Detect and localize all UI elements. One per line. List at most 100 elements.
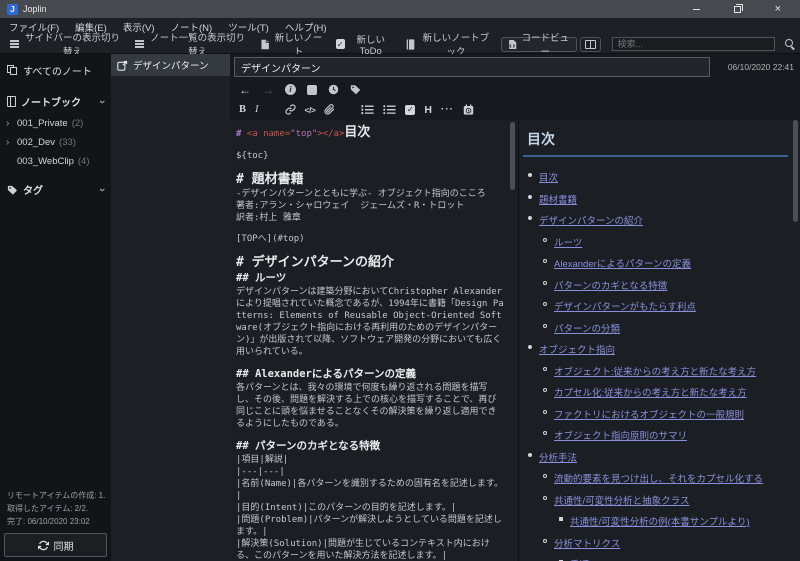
toc-link[interactable]: オブジェクト:従来からの考え方と新たな考え方 — [554, 367, 756, 378]
tags-icon[interactable] — [350, 84, 362, 95]
chevron-right-icon[interactable]: › — [6, 118, 13, 128]
notebook-count: (2) — [71, 118, 84, 129]
insert-datetime-button[interactable] — [463, 104, 474, 115]
toc-item: オブジェクト:従来からの考え方と新たな考え方 — [523, 364, 790, 378]
bullet-icon — [528, 452, 532, 457]
toc-item: デザインパターンの紹介 — [523, 213, 790, 227]
note-nav-row: ← → i — [230, 80, 800, 99]
main-toolbar: サイドバーの表示切り替え ノート一覧の表示切り替え 新しいノート ✓ 新しいTo… — [0, 33, 800, 58]
notebook-item-001_Private[interactable]: › 001_Private (2) — [0, 114, 111, 133]
sidebar-all-notes[interactable]: すべてのノート — [0, 58, 111, 83]
sidebar-tags-header[interactable]: タグ › — [0, 177, 111, 202]
bullet-icon — [528, 173, 532, 177]
bullet-icon — [543, 323, 547, 328]
toc-link[interactable]: ファクトリにおけるオブジェクトの一般規則 — [554, 410, 744, 421]
info-icon[interactable]: i — [285, 84, 296, 95]
attach-file-button[interactable] — [324, 104, 335, 115]
toc-item: ルーツ — [523, 235, 790, 249]
sync-status-line: リモートアイテムの作成: 1. — [7, 491, 106, 500]
notebook-label: 001_Private — [17, 118, 68, 129]
toc-item: オブジェクト指向 — [523, 342, 790, 356]
toc-item: 分析マトリクス — [523, 536, 790, 550]
notebook-count: (4) — [77, 156, 90, 167]
new-notebook-icon — [406, 38, 415, 50]
toc-link[interactable]: 共通性/可変性分析と抽象クラス — [554, 496, 689, 507]
clock-icon[interactable] — [328, 84, 339, 95]
toc-link[interactable]: パターンの分類 — [554, 324, 620, 335]
hamburger-icon — [135, 40, 145, 48]
markdown-editor[interactable]: # <a name="top"></a>目次 ${toc} # 題材書籍 -デザインパ… — [230, 120, 518, 561]
bold-button[interactable]: B — [239, 104, 246, 115]
toc-link[interactable]: デザインパターンの紹介 — [539, 216, 643, 227]
toc-link[interactable]: Alexanderによるパターンの定義 — [554, 259, 691, 270]
back-arrow-icon[interactable]: ← — [239, 84, 251, 96]
toc-link[interactable]: 分析手法 — [539, 453, 577, 464]
toc-link[interactable]: オブジェクト指向 — [539, 345, 615, 356]
toc-link[interactable]: 目次 — [539, 173, 558, 184]
close-button[interactable]: × — [775, 4, 781, 15]
editor-split-view: # <a name="top"></a>目次 ${toc} # 題材書籍 -デザインパ… — [230, 120, 800, 561]
sync-status-line: 取得したアイテム: 2/2. — [7, 504, 88, 513]
tag-icon — [7, 185, 18, 195]
notebook-label: 003_WebClip — [17, 156, 74, 167]
editor-line: |目的(Intent)|このパターンの目的を記述します。| — [236, 503, 457, 513]
toc-item: パターンの分類 — [523, 321, 790, 335]
bullet-icon — [543, 538, 547, 543]
note-title-input[interactable] — [234, 57, 710, 77]
chevron-down-icon[interactable]: › — [96, 100, 108, 104]
editor-line: [TOPへ](#top) — [236, 234, 305, 244]
window-controls: × — [692, 3, 793, 15]
viewer-scrollbar[interactable] — [793, 120, 798, 222]
checkbox-button[interactable]: ✓ — [405, 104, 416, 115]
search-icon[interactable] — [784, 38, 795, 50]
heading-button[interactable]: H — [424, 104, 432, 116]
editor-scrollbar[interactable] — [510, 122, 515, 190]
toc-link[interactable]: パターンのカギとなる特徴 — [554, 281, 667, 292]
toc-link[interactable]: ルーツ — [554, 238, 582, 249]
toc-link[interactable]: 共通性/可変性分析の例(本書サンプルより) — [570, 517, 750, 528]
code-view-button[interactable]: コードビュー — [500, 33, 577, 58]
italic-button[interactable]: I — [255, 104, 259, 115]
toc-link[interactable]: 分析マトリクス — [554, 539, 620, 550]
forward-arrow-icon[interactable]: → — [262, 84, 274, 96]
toc-link[interactable]: オブジェクト指向原則のサマリ — [554, 431, 687, 442]
bullet-list-button[interactable] — [383, 104, 396, 115]
bullet-icon — [543, 366, 547, 371]
new-note-icon — [260, 39, 270, 50]
numbered-list-button[interactable] — [361, 104, 374, 115]
joplin-logo-icon: J — [7, 3, 18, 15]
toc-item: カプセル化:従来からの考え方と新たな考え方 — [523, 385, 790, 399]
toc-item: 手順 — [523, 557, 790, 561]
maximize-button[interactable] — [733, 3, 743, 13]
notebook-item-002_Dev[interactable]: › 002_Dev (33) — [0, 133, 111, 152]
toc-link[interactable]: カプセル化:従来からの考え方と新たな考え方 — [554, 388, 747, 399]
split-view-button[interactable] — [579, 36, 601, 52]
note-updated-time: 06/10/2020 22:41 — [727, 62, 794, 72]
sync-button[interactable]: 同期 — [4, 533, 107, 557]
sidebar-notebooks-header[interactable]: ノートブック › — [0, 89, 111, 114]
editor-panel: 06/10/2020 22:41 ← → i B I — [230, 54, 800, 561]
search-input[interactable] — [611, 37, 776, 51]
minimize-button[interactable] — [692, 8, 700, 10]
toc-link[interactable]: 流動的要素を見つけ出し、それをカプセル化する — [554, 474, 763, 485]
toc-item: ファクトリにおけるオブジェクトの一般規則 — [523, 407, 790, 421]
toc-link[interactable]: デザインパターンがもたらす利点 — [554, 302, 696, 313]
more-options-button[interactable]: ··· — [441, 104, 454, 115]
bullet-icon — [543, 237, 547, 242]
bullet-icon — [528, 345, 532, 349]
hamburger-icon — [10, 40, 19, 48]
notebook-count: (33) — [59, 137, 76, 148]
toc-link[interactable]: 題材書籍 — [539, 195, 577, 206]
chevron-right-icon[interactable]: › — [6, 137, 13, 147]
bullet-icon — [543, 431, 547, 435]
inline-code-button[interactable]: </> — [305, 105, 316, 115]
notebook-item-003_WebClip[interactable]: 003_WebClip (4) — [0, 152, 111, 171]
toc-item: 共通性/可変性分析と抽象クラス — [523, 493, 790, 507]
note-list-item[interactable]: デザインパターン — [111, 54, 230, 76]
chevron-down-icon[interactable]: › — [96, 188, 108, 192]
bullet-icon — [528, 194, 532, 199]
link-button[interactable] — [284, 104, 296, 115]
sidebar: すべてのノート ノートブック › › 001_Private (2) › 002_Dev… — [0, 54, 111, 561]
square-icon[interactable] — [307, 84, 317, 95]
